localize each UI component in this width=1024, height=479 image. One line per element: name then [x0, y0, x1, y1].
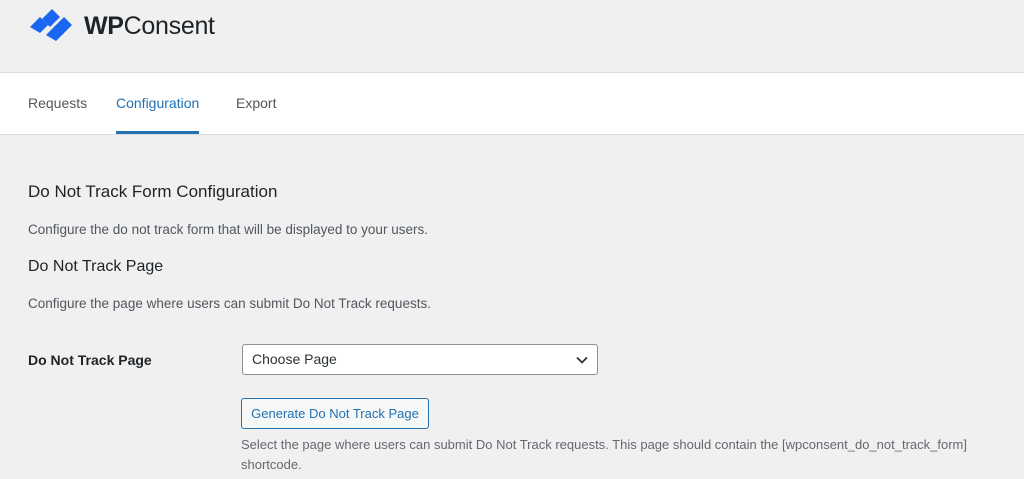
section-title: Do Not Track Form Configuration [28, 182, 278, 201]
do-not-track-page-label: Do Not Track Page [28, 352, 152, 368]
brand-logo[interactable]: WPConsent [28, 8, 215, 44]
brand-name-rest: Consent [123, 11, 215, 40]
brand-name: WPConsent [84, 12, 215, 41]
section-description: Configure the do not track form that wil… [28, 222, 428, 237]
chevron-down-icon [576, 356, 588, 364]
tab-bar: Requests Configuration Export [0, 73, 1024, 135]
tab-configuration[interactable]: Configuration [116, 73, 200, 134]
brand-name-bold: WP [84, 11, 124, 40]
tab-requests[interactable]: Requests [28, 73, 87, 134]
tab-export[interactable]: Export [236, 73, 276, 134]
subsection-description: Configure the page where users can submi… [28, 296, 431, 311]
select-value: Choose Page [252, 351, 337, 367]
subsection-title: Do Not Track Page [28, 258, 164, 275]
app-header: WPConsent [0, 0, 1024, 73]
help-text: Select the page where users can submit D… [241, 437, 968, 472]
do-not-track-page-select[interactable]: Choose Page [242, 344, 598, 375]
generate-page-button[interactable]: Generate Do Not Track Page [241, 398, 429, 429]
wpconsent-logo-icon [30, 9, 72, 41]
